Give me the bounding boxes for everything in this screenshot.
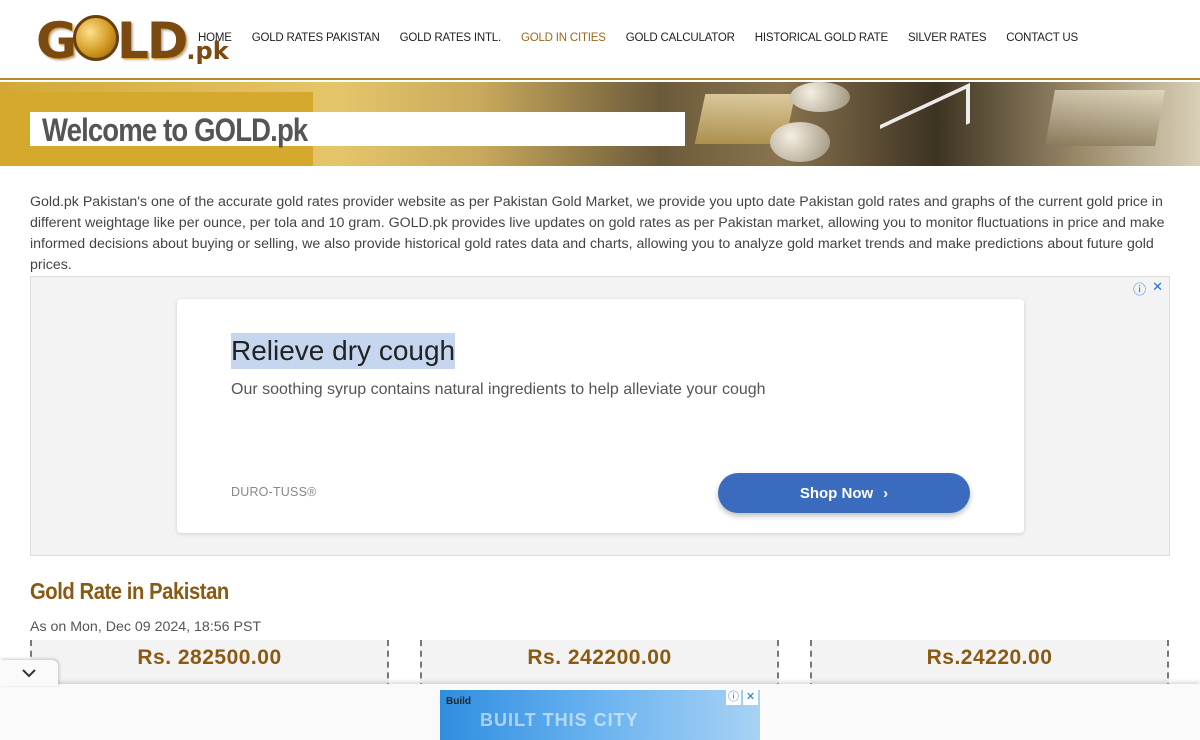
nav-historical-gold-rate[interactable]: HISTORICAL GOLD RATE bbox=[755, 32, 888, 44]
rate-value: Rs.24220.00 bbox=[926, 646, 1053, 669]
nav-silver-rates[interactable]: SILVER RATES bbox=[908, 32, 987, 44]
bottom-ad-text: BUILT THIS CITY bbox=[480, 710, 639, 730]
display-ad: ⓘ ✕ Relieve dry cough Our soothing syrup… bbox=[30, 276, 1170, 556]
rate-value: Rs. 242200.00 bbox=[527, 646, 672, 669]
nav-gold-rates-pakistan[interactable]: GOLD RATES PAKISTAN bbox=[252, 32, 380, 44]
ad-card[interactable]: Relieve dry cough Our soothing syrup con… bbox=[177, 299, 1024, 533]
ad-body: Our soothing syrup contains natural ingr… bbox=[231, 381, 766, 398]
section-title: Gold Rate in Pakistan bbox=[30, 578, 229, 604]
info-icon[interactable]: ⓘ bbox=[726, 690, 741, 705]
logo-text-rest: LD bbox=[117, 12, 188, 70]
ad-headline[interactable]: Relieve dry cough bbox=[231, 333, 456, 369]
main-nav: HOME GOLD RATES PAKISTAN GOLD RATES INTL… bbox=[178, 32, 1078, 44]
rate-value: Rs. 282500.00 bbox=[137, 646, 282, 669]
nav-contact-us[interactable]: CONTACT US bbox=[1006, 32, 1078, 44]
bottom-ad-brand: Build bbox=[446, 696, 471, 707]
crown-coin-icon bbox=[73, 15, 120, 61]
timestamp: As on Mon, Dec 09 2024, 18:56 PST bbox=[30, 619, 262, 635]
nav-gold-rates-intl[interactable]: GOLD RATES INTL. bbox=[400, 32, 502, 44]
coin-image bbox=[770, 122, 830, 162]
close-icon[interactable]: ✕ bbox=[1152, 279, 1163, 298]
nav-home[interactable]: HOME bbox=[198, 32, 232, 44]
page-title: Welcome to GOLD.pk bbox=[42, 112, 308, 148]
chevron-right-icon: › bbox=[883, 484, 889, 502]
ad-brand: DURO-TUSS® bbox=[231, 485, 317, 499]
collapse-button[interactable] bbox=[0, 660, 58, 686]
close-icon[interactable]: ✕ bbox=[743, 690, 758, 705]
site-header: G LD .pk HOME GOLD RATES PAKISTAN GOLD RAT… bbox=[0, 0, 1200, 80]
silver-bar-image bbox=[1045, 90, 1165, 146]
trend-arrow-icon bbox=[880, 83, 970, 165]
nav-gold-in-cities[interactable]: GOLD IN CITIES bbox=[521, 32, 606, 44]
nav-gold-calculator[interactable]: GOLD CALCULATOR bbox=[626, 32, 735, 44]
info-icon[interactable]: ⓘ bbox=[1133, 279, 1146, 298]
coin-image bbox=[790, 82, 850, 112]
ad-choices[interactable]: ⓘ ✕ bbox=[1133, 279, 1163, 298]
shop-now-button[interactable]: Shop Now › bbox=[718, 473, 970, 513]
shop-now-label: Shop Now bbox=[799, 484, 874, 502]
bottom-banner-ad[interactable]: Build BUILT THIS CITY ⓘ ✕ bbox=[440, 690, 760, 740]
chevron-down-icon bbox=[22, 669, 36, 678]
bottom-ad-choices[interactable]: ⓘ ✕ bbox=[726, 690, 758, 705]
intro-paragraph: Gold.pk Pakistan's one of the accurate g… bbox=[30, 194, 1165, 273]
logo-text: G bbox=[36, 12, 77, 70]
